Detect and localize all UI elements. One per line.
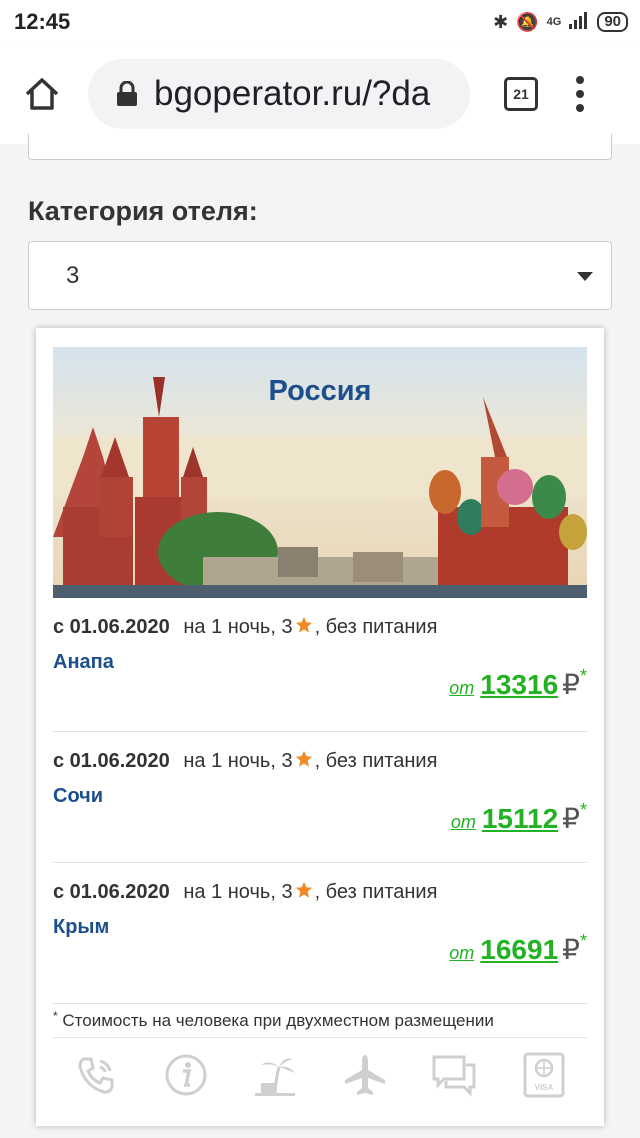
phone-icon bbox=[78, 1057, 114, 1094]
offer-city-link[interactable]: Анапа bbox=[53, 651, 114, 674]
price-amount: 16691 bbox=[480, 934, 559, 965]
info-button[interactable] bbox=[161, 1050, 211, 1100]
offer-meal: , без питания bbox=[314, 616, 438, 638]
footnote-text: Стоимость на человека при двухместном ра… bbox=[62, 1011, 494, 1030]
offer-city-link[interactable]: Сочи bbox=[53, 785, 103, 808]
price-amount: 15112 bbox=[481, 803, 559, 834]
moscow-banner: Россия bbox=[53, 347, 587, 598]
star-icon bbox=[295, 881, 312, 898]
status-icons: ✱ 🔕 4G 90 bbox=[493, 11, 628, 34]
chevron-down-icon bbox=[577, 272, 593, 281]
service-icons: VISA bbox=[53, 1045, 587, 1105]
offer-nights: на 1 ночь, bbox=[183, 750, 276, 772]
offer-price[interactable]: от 15112 ₽* bbox=[451, 800, 587, 835]
page-content: Категория отеля: 3 Россия с 01.06.2020 н… bbox=[0, 134, 640, 1138]
star-icon bbox=[295, 616, 312, 633]
visa-badge-label: VISA bbox=[534, 1082, 554, 1092]
lock-icon bbox=[117, 81, 137, 106]
currency-symbol: ₽ bbox=[562, 669, 580, 700]
beach-button[interactable] bbox=[250, 1050, 300, 1100]
footnote-asterisk: * bbox=[53, 1009, 58, 1023]
star-icon bbox=[295, 750, 312, 767]
hotel-category-label: Категория отеля: bbox=[28, 196, 258, 226]
offer-details: с 01.06.2020 на 1 ночь, 3 , без питания bbox=[53, 750, 437, 773]
hotel-category-select[interactable]: 3 bbox=[28, 241, 612, 310]
select-value: 3 bbox=[66, 261, 80, 289]
offer-item[interactable]: с 01.06.2020 на 1 ночь, 3 , без питания К… bbox=[53, 863, 587, 997]
url-text: bgoperator.ru/?da bbox=[154, 74, 431, 113]
price-amount: 13316 bbox=[480, 669, 559, 700]
offer-city-link[interactable]: Крым bbox=[53, 916, 109, 939]
previous-field[interactable] bbox=[28, 134, 612, 160]
menu-dot bbox=[576, 76, 584, 84]
country-title: Россия bbox=[268, 375, 372, 407]
price-from: от bbox=[449, 943, 475, 963]
offer-details: с 01.06.2020 на 1 ночь, 3 , без питания bbox=[53, 616, 437, 639]
offer-meal: , без питания bbox=[314, 750, 438, 772]
phone-button[interactable] bbox=[71, 1050, 121, 1100]
offer-nights: на 1 ночь, bbox=[183, 616, 276, 638]
offer-details: с 01.06.2020 на 1 ночь, 3 , без питания bbox=[53, 881, 437, 904]
plane-icon bbox=[344, 1055, 385, 1095]
currency-symbol: ₽ bbox=[562, 803, 580, 834]
signal-icon bbox=[569, 11, 589, 34]
flights-button[interactable] bbox=[340, 1050, 390, 1100]
offer-meal: , без питания bbox=[314, 881, 438, 903]
home-icon bbox=[25, 78, 59, 110]
price-from: от bbox=[450, 812, 476, 832]
chat-icon bbox=[432, 1055, 476, 1097]
network-label: 4G bbox=[546, 16, 562, 28]
offer-stars: 3 bbox=[281, 881, 293, 903]
offer-stars: 3 bbox=[281, 616, 293, 638]
offer-price[interactable]: от 13316 ₽* bbox=[449, 666, 587, 701]
offer-stars: 3 bbox=[281, 750, 293, 772]
menu-dot bbox=[576, 104, 584, 112]
browser-toolbar: bgoperator.ru/?da 21 bbox=[0, 44, 640, 144]
tabs-button[interactable]: 21 bbox=[504, 77, 538, 111]
home-button[interactable] bbox=[10, 62, 74, 126]
price-asterisk: * bbox=[579, 800, 587, 820]
address-bar[interactable]: bgoperator.ru/?da bbox=[88, 59, 470, 129]
info-icon bbox=[165, 1054, 207, 1096]
offer-item[interactable]: с 01.06.2020 на 1 ночь, 3 , без питания А… bbox=[53, 598, 587, 732]
price-asterisk: * bbox=[579, 931, 587, 951]
offer-date: с 01.06.2020 bbox=[53, 750, 170, 772]
status-time: 12:45 bbox=[14, 9, 71, 34]
price-asterisk: * bbox=[579, 666, 587, 686]
palm-icon bbox=[255, 1058, 296, 1096]
offer-date: с 01.06.2020 bbox=[53, 616, 170, 638]
offer-item[interactable]: с 01.06.2020 на 1 ночь, 3 , без питания С… bbox=[53, 732, 587, 863]
price-from: от bbox=[449, 678, 475, 698]
bluetooth-icon: ✱ bbox=[493, 11, 509, 32]
currency-symbol: ₽ bbox=[562, 934, 580, 965]
mute-icon: 🔕 bbox=[516, 11, 539, 32]
offer-card: Россия с 01.06.2020 на 1 ночь, 3 , без пи… bbox=[36, 328, 604, 1126]
battery-icon: 90 bbox=[597, 12, 628, 32]
visa-button[interactable]: VISA bbox=[519, 1050, 569, 1100]
offer-nights: на 1 ночь, bbox=[183, 881, 276, 903]
offer-date: с 01.06.2020 bbox=[53, 881, 170, 903]
chat-button[interactable] bbox=[429, 1050, 479, 1100]
price-footnote: * Стоимость на человека при двухместном … bbox=[53, 1003, 587, 1038]
menu-button[interactable] bbox=[576, 76, 584, 112]
status-bar: 12:45 ✱ 🔕 4G 90 bbox=[0, 0, 640, 44]
offer-price[interactable]: от 16691 ₽* bbox=[449, 931, 587, 966]
menu-dot bbox=[576, 90, 584, 98]
